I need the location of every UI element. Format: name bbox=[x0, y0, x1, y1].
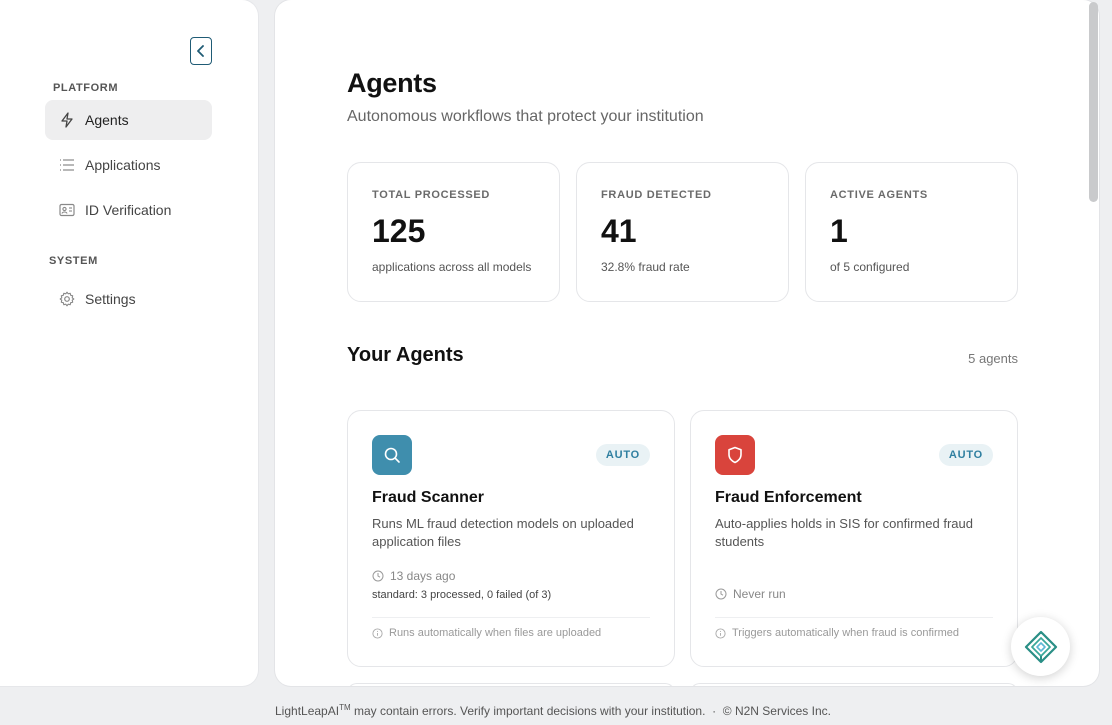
stat-card-active-agents: ACTIVE AGENTS 1 of 5 configured bbox=[805, 162, 1018, 302]
info-icon bbox=[372, 627, 383, 639]
sidebar-item-agents[interactable]: Agents bbox=[45, 100, 212, 140]
trigger-text: Triggers automatically when fraud is con… bbox=[732, 627, 960, 639]
stat-card-fraud-detected: FRAUD DETECTED 41 32.8% fraud rate bbox=[576, 162, 789, 302]
stat-subtext: of 5 configured bbox=[830, 260, 910, 274]
footer-disclaimer: LightLeapAITM may contain errors. Verify… bbox=[275, 703, 831, 718]
sidebar-item-label: Applications bbox=[85, 157, 161, 173]
auto-badge: AUTO bbox=[595, 444, 650, 466]
last-run-text: Never run bbox=[733, 587, 786, 601]
page-title: Agents bbox=[347, 68, 437, 98]
agent-description: Runs ML fraud detection models on upload… bbox=[372, 516, 634, 549]
agent-count: 5 agents bbox=[968, 351, 1018, 366]
chevron-left-icon bbox=[197, 45, 204, 57]
last-run-text: 13 days ago bbox=[390, 569, 456, 583]
lightning-icon bbox=[61, 112, 73, 128]
sidebar: PLATFORM Agents Applications ID Verifica… bbox=[0, 0, 258, 686]
agent-card-partial bbox=[347, 683, 675, 686]
sidebar-item-label: Agents bbox=[85, 112, 129, 128]
sidebar-item-label: ID Verification bbox=[85, 202, 172, 218]
agent-trigger: Triggers automatically when fraud is con… bbox=[715, 627, 959, 639]
clock-icon bbox=[372, 570, 384, 582]
stat-subtext: 32.8% fraud rate bbox=[601, 260, 690, 274]
trademark-mark: TM bbox=[339, 703, 351, 712]
footer-brand: LightLeapAI bbox=[275, 704, 340, 718]
agent-last-run: 13 days ago bbox=[372, 569, 455, 583]
sidebar-item-id-verification[interactable]: ID Verification bbox=[45, 190, 212, 230]
stat-label: TOTAL PROCESSED bbox=[372, 189, 491, 201]
stat-value: 41 bbox=[601, 213, 637, 249]
agent-card-fraud-enforcement[interactable]: AUTO Fraud Enforcement Auto-applies hold… bbox=[690, 410, 1018, 667]
section-label-platform: PLATFORM bbox=[53, 82, 119, 94]
footer-disclaimer-text: may contain errors. Verify important dec… bbox=[350, 704, 831, 718]
stat-label: FRAUD DETECTED bbox=[601, 189, 712, 201]
agent-name: Fraud Scanner bbox=[372, 489, 485, 506]
shield-icon bbox=[728, 446, 742, 464]
assistant-launcher-button[interactable] bbox=[1011, 617, 1070, 676]
page-subtitle: Autonomous workflows that protect your i… bbox=[347, 108, 704, 125]
info-icon bbox=[715, 627, 726, 639]
id-card-icon bbox=[59, 203, 75, 217]
scrollbar-thumb[interactable] bbox=[1089, 2, 1098, 202]
main-panel: Agents Autonomous workflows that protect… bbox=[275, 0, 1099, 686]
stat-value: 125 bbox=[372, 213, 426, 249]
agent-run-stats: standard: 3 processed, 0 failed (of 3) bbox=[372, 589, 552, 601]
agent-icon-badge bbox=[372, 435, 412, 475]
section-label-system: SYSTEM bbox=[49, 255, 98, 267]
trigger-text: Runs automatically when files are upload… bbox=[389, 627, 602, 639]
search-icon bbox=[384, 447, 400, 463]
collapse-sidebar-button[interactable] bbox=[190, 37, 212, 65]
stat-card-total-processed: TOTAL PROCESSED 125 applications across … bbox=[347, 162, 560, 302]
divider bbox=[715, 617, 993, 618]
your-agents-heading: Your Agents bbox=[347, 344, 464, 366]
agent-card-partial bbox=[690, 683, 1018, 686]
lightleap-logo-icon bbox=[1024, 630, 1057, 663]
gear-icon bbox=[59, 291, 75, 307]
sidebar-item-label: Settings bbox=[85, 291, 136, 307]
agent-trigger: Runs automatically when files are upload… bbox=[372, 627, 601, 639]
stat-value: 1 bbox=[830, 213, 848, 249]
sidebar-item-applications[interactable]: Applications bbox=[45, 145, 212, 185]
divider bbox=[372, 617, 650, 618]
agent-last-run: Never run bbox=[715, 587, 786, 601]
list-icon bbox=[60, 159, 74, 171]
agent-card-fraud-scanner[interactable]: AUTO Fraud Scanner Runs ML fraud detecti… bbox=[347, 410, 675, 667]
clock-icon bbox=[715, 588, 727, 600]
auto-badge: AUTO bbox=[938, 444, 993, 466]
stat-subtext: applications across all models bbox=[372, 260, 532, 274]
agent-icon-badge bbox=[715, 435, 755, 475]
stat-label: ACTIVE AGENTS bbox=[830, 189, 928, 201]
agent-description: Auto-applies holds in SIS for confirmed … bbox=[715, 516, 973, 549]
agent-name: Fraud Enforcement bbox=[715, 489, 862, 506]
sidebar-item-settings[interactable]: Settings bbox=[45, 279, 212, 319]
